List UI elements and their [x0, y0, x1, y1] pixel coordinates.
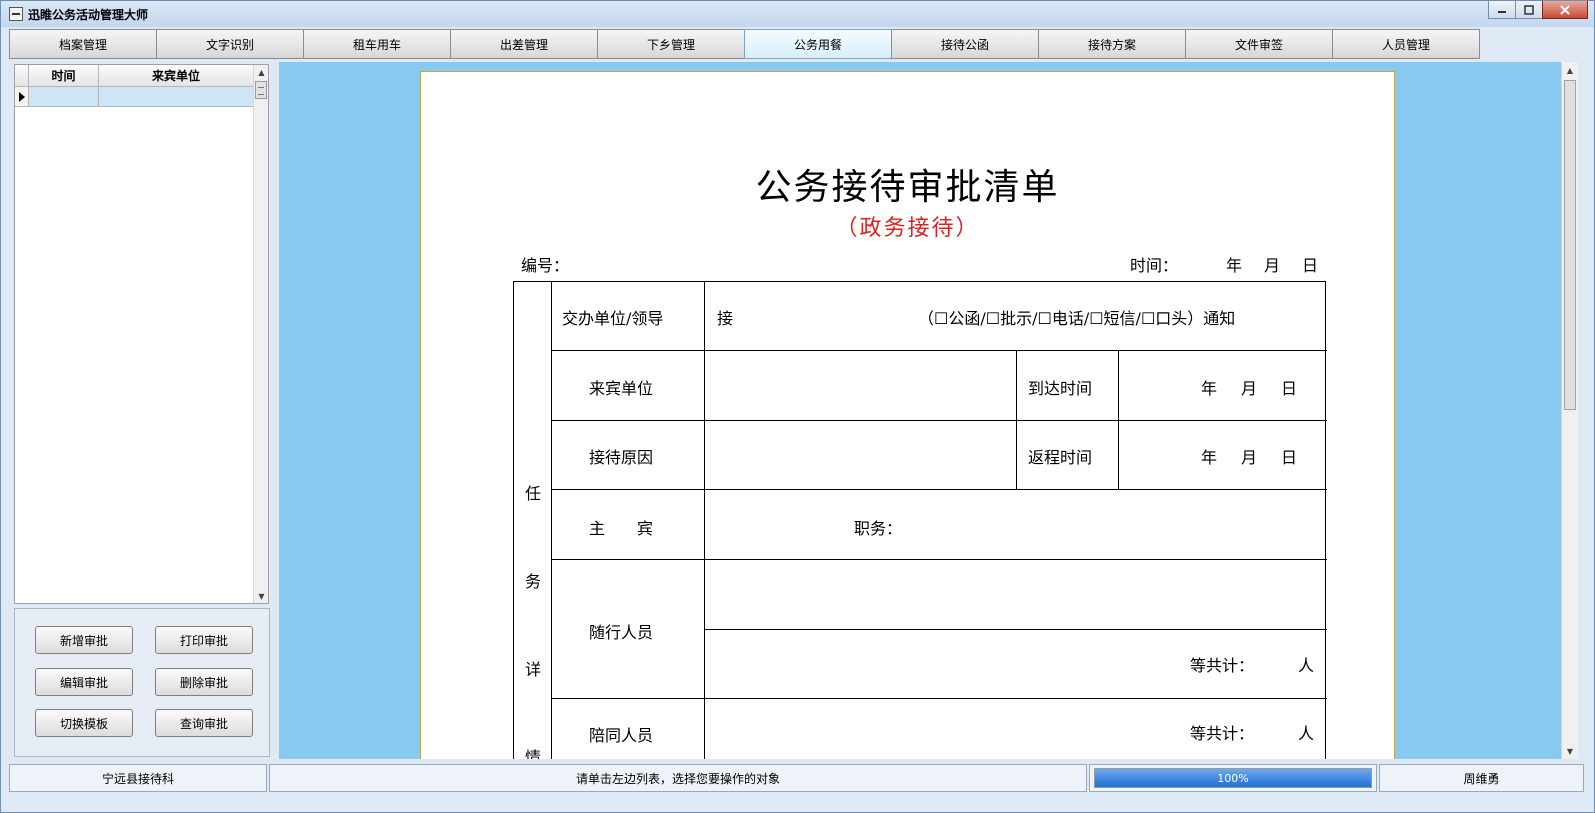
edit-approval-button[interactable]: 编辑审批	[35, 668, 133, 696]
app-window: 迅睢公务活动管理大师 档案管理 文字识别 租车用车 出差管理 下乡管理 公务用餐…	[0, 0, 1595, 813]
tab-document-review[interactable]: 文件审签	[1185, 29, 1333, 59]
entourage-person-unit: 人	[1298, 656, 1315, 675]
close-icon	[1560, 4, 1570, 15]
entourage-total-label: 等共计：	[1190, 656, 1255, 675]
return-month: 月	[1241, 448, 1258, 467]
query-approval-button[interactable]: 查询审批	[155, 709, 253, 737]
side-label-3: 详	[525, 660, 542, 679]
escort-staff-label: 陪同人员	[589, 726, 654, 745]
title-bar: 迅睢公务活动管理大师	[1, 1, 1594, 27]
arrival-time-label: 到达时间	[1028, 379, 1093, 398]
row-selector-header	[15, 65, 29, 86]
row-pointer-icon	[15, 87, 29, 107]
day-label: 日	[1302, 256, 1319, 275]
assigning-unit-label: 交办单位/领导	[562, 309, 664, 328]
document-scrollbar[interactable]: ▲ ▼	[1561, 62, 1578, 759]
tab-archive[interactable]: 档案管理	[9, 29, 157, 59]
table-cell-time[interactable]	[29, 87, 99, 107]
time-label: 时间：	[1130, 256, 1179, 275]
action-button-panel: 新增审批 打印审批 编辑审批 删除审批 切换模板 查询审批	[14, 608, 270, 757]
tab-business-trip[interactable]: 出差管理	[450, 29, 598, 59]
tab-reception-letter[interactable]: 接待公函	[891, 29, 1039, 59]
serial-number-label: 编号：	[521, 256, 570, 275]
tab-reception-plan[interactable]: 接待方案	[1038, 29, 1186, 59]
return-day: 日	[1281, 448, 1298, 467]
duty-label: 职务：	[854, 519, 903, 538]
accompanying-staff-label: 随行人员	[589, 623, 654, 642]
delete-approval-button[interactable]: 删除审批	[155, 668, 253, 696]
minimize-button[interactable]	[1488, 1, 1515, 19]
approval-form: 任 务 详 情 交办单位/领导 接 （☐公函/☐批示/☐电话/☐短信/☐口头）通…	[513, 281, 1327, 759]
maximize-icon	[1524, 4, 1534, 15]
window-controls	[1488, 1, 1588, 19]
main-guest-label: 主 宾	[589, 519, 654, 538]
add-approval-button[interactable]: 新增审批	[35, 626, 133, 654]
receive-prefix: 接	[717, 309, 734, 328]
column-header-unit[interactable]: 来宾单位	[99, 65, 254, 86]
column-header-time[interactable]: 时间	[29, 65, 99, 86]
side-label-4: 情	[525, 748, 542, 759]
return-time-label: 返程时间	[1028, 448, 1093, 467]
table-cell-unit[interactable]	[99, 87, 254, 107]
window-title: 迅睢公务活动管理大师	[28, 7, 149, 22]
arrival-year: 年	[1201, 379, 1218, 398]
scroll-thumb[interactable]	[255, 81, 267, 99]
record-grid[interactable]: 时间 来宾单位 ▲ ▼	[14, 64, 269, 604]
reception-reason-label: 接待原因	[589, 448, 654, 467]
year-label: 年	[1226, 256, 1243, 275]
document-page: 公务接待审批清单 （政务接待） 编号： 时间：年月日 任 务 详 情 交办单位/…	[420, 71, 1395, 759]
arrival-month: 月	[1241, 379, 1258, 398]
guest-unit-label: 来宾单位	[589, 379, 654, 398]
switch-template-button[interactable]: 切换模板	[35, 709, 133, 737]
grid-header: 时间 来宾单位	[15, 65, 268, 87]
tab-ocr[interactable]: 文字识别	[156, 29, 304, 59]
maximize-button[interactable]	[1515, 1, 1542, 19]
status-department: 宁远县接待科	[9, 764, 267, 792]
month-label: 月	[1264, 256, 1281, 275]
tab-countryside[interactable]: 下乡管理	[597, 29, 745, 59]
minimize-icon	[1498, 10, 1506, 13]
document-viewer[interactable]: 公务接待审批清单 （政务接待） 编号： 时间：年月日 任 务 详 情 交办单位/…	[279, 62, 1561, 759]
date-line: 时间： 年 月 日	[1130, 252, 1318, 276]
app-menu-icon[interactable]	[9, 7, 23, 21]
notice-type-options: （☐公函/☐批示/☐电话/☐短信/☐口头）通知	[918, 309, 1236, 328]
side-label-2: 务	[525, 572, 542, 591]
scroll-down-icon[interactable]: ▼	[254, 589, 269, 603]
progress-panel: 100%	[1089, 764, 1377, 792]
escort-total-label: 等共计：	[1190, 724, 1255, 743]
tab-personnel[interactable]: 人员管理	[1332, 29, 1480, 59]
side-label-1: 任	[525, 484, 542, 503]
return-year: 年	[1201, 448, 1218, 467]
left-panel: 时间 来宾单位 ▲ ▼ 新增审批 打印审批 编辑审批 删除审批 切换模板 查询审…	[12, 62, 272, 759]
print-approval-button[interactable]: 打印审批	[155, 626, 253, 654]
escort-person-unit: 人	[1298, 724, 1315, 743]
status-hint: 请单击左边列表，选择您要操作的对象	[269, 764, 1087, 792]
scroll-up-icon[interactable]: ▲	[254, 65, 269, 79]
progress-text: 100%	[1217, 771, 1249, 785]
document-subtitle: （政务接待）	[835, 216, 980, 241]
scroll-thumb[interactable]	[1564, 80, 1576, 410]
tab-official-meals[interactable]: 公务用餐	[744, 29, 892, 59]
scroll-down-icon[interactable]: ▼	[1562, 743, 1578, 759]
close-button[interactable]	[1542, 1, 1588, 19]
arrival-day: 日	[1281, 379, 1298, 398]
status-bar: 宁远县接待科 请单击左边列表，选择您要操作的对象 100% 周维勇	[9, 764, 1584, 792]
grid-scrollbar[interactable]: ▲ ▼	[253, 65, 268, 603]
document-title: 公务接待审批清单	[755, 167, 1060, 208]
main-tabs: 档案管理 文字识别 租车用车 出差管理 下乡管理 公务用餐 接待公函 接待方案 …	[9, 29, 1480, 59]
table-row[interactable]	[15, 87, 268, 107]
status-user: 周维勇	[1379, 764, 1584, 792]
progress-bar: 100%	[1094, 768, 1372, 788]
tab-car-rental[interactable]: 租车用车	[303, 29, 451, 59]
scroll-up-icon[interactable]: ▲	[1562, 62, 1578, 78]
